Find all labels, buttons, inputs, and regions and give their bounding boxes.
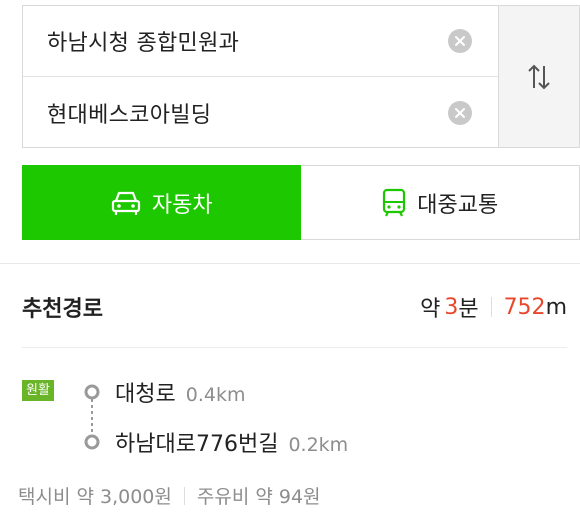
travel-time-value: 3 xyxy=(444,294,459,320)
transport-mode-tabs: 자동차 대중교통 xyxy=(22,165,580,240)
step-road-name: 대청로 xyxy=(115,382,176,407)
travel-time-unit: 분 xyxy=(458,297,479,322)
traffic-status-badge: 원활 xyxy=(22,380,54,401)
cost-info-row: 택시비 약 3,000원 주유비 약 94원 xyxy=(18,482,321,509)
route-path-line xyxy=(84,384,100,450)
clear-icon xyxy=(455,107,465,118)
route-summary-header[interactable]: 추천경로 약 3 분 752 m xyxy=(22,285,567,329)
car-icon xyxy=(111,191,140,215)
route-title: 추천경로 xyxy=(22,297,103,322)
distance-value: 752 xyxy=(503,294,546,320)
origin-field[interactable]: 하남시청 종합민원과 xyxy=(23,6,498,77)
destination-field[interactable]: 현대베스코아빌딩 xyxy=(23,77,498,148)
bus-icon xyxy=(383,188,406,216)
swap-arrows-icon xyxy=(528,64,550,89)
distance-unit: m xyxy=(545,294,567,320)
step-distance: 0.2km xyxy=(288,434,349,456)
swap-origin-destination-button[interactable] xyxy=(499,5,580,148)
taxi-fare: 택시비 약 3,000원 xyxy=(18,486,172,508)
clear-destination-button[interactable] xyxy=(448,100,472,125)
cost-separator xyxy=(183,486,185,505)
clear-icon xyxy=(455,36,465,46)
route-step: 하남대로776번길 0.2km xyxy=(115,426,348,458)
route-step: 대청로 0.4km xyxy=(115,376,245,408)
summary-separator xyxy=(490,297,492,317)
section-divider xyxy=(0,263,580,264)
destination-text: 현대베스코아빌딩 xyxy=(47,102,212,128)
tab-car-label: 자동차 xyxy=(151,192,213,218)
step-distance: 0.4km xyxy=(185,384,246,406)
waypoint-dot-icon xyxy=(84,434,100,450)
step-road-name: 하남대로776번길 xyxy=(115,432,279,457)
clear-origin-button[interactable] xyxy=(448,29,472,53)
waypoint-dot-icon xyxy=(84,384,100,400)
tab-car[interactable]: 자동차 xyxy=(22,165,301,240)
tab-public-transit-label: 대중교통 xyxy=(417,192,499,218)
route-divider xyxy=(22,347,567,348)
route-summary: 약 3 분 752 m xyxy=(420,291,567,323)
tab-public-transit[interactable]: 대중교통 xyxy=(300,166,579,239)
fuel-cost: 주유비 약 94원 xyxy=(196,486,321,508)
summary-prefix: 약 xyxy=(420,297,441,322)
route-search-box: 하남시청 종합민원과 현대베스코아빌딩 xyxy=(22,5,499,148)
origin-text: 하남시청 종합민원과 xyxy=(47,31,240,56)
